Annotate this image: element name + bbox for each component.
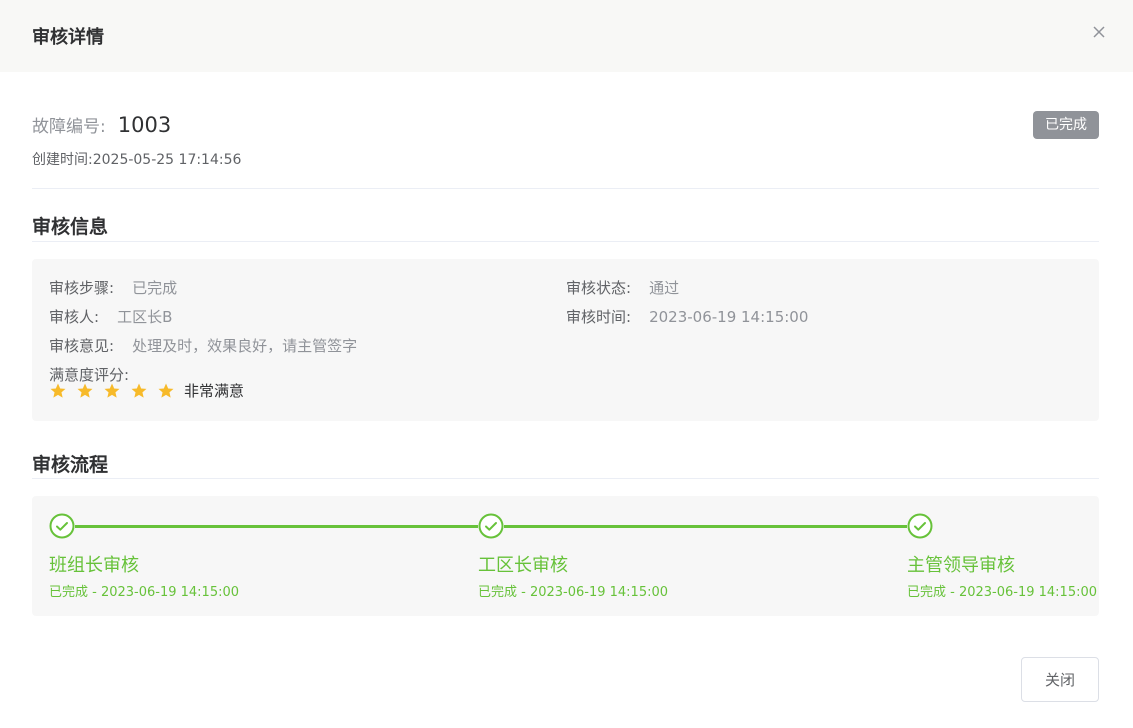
audit-opinion-label: 审核意见: bbox=[49, 337, 115, 355]
audit-time-value: 2023-06-19 14:15:00 bbox=[649, 308, 809, 326]
close-icon[interactable] bbox=[1089, 22, 1109, 42]
created-time-label: 创建时间: bbox=[32, 152, 93, 168]
check-circle-icon bbox=[478, 513, 504, 539]
star-icon bbox=[157, 382, 175, 400]
check-circle-icon bbox=[907, 513, 933, 539]
check-circle-icon bbox=[49, 513, 75, 539]
audit-time-label: 审核时间: bbox=[566, 308, 632, 326]
star-icon bbox=[76, 382, 94, 400]
created-time-value: 2025-05-25 17:14:56 bbox=[92, 152, 242, 168]
step-name: 班组长审核 bbox=[49, 555, 139, 576]
audit-step-value: 已完成 bbox=[132, 279, 178, 297]
fault-number-value: 1003 bbox=[117, 113, 172, 137]
close-button[interactable]: 关闭 bbox=[1021, 657, 1099, 702]
audit-detail-dialog: 审核详情 故障编号: 1003 创建时间:2025-05-25 17:14:56… bbox=[0, 0, 1133, 728]
header-divider bbox=[32, 188, 1099, 189]
audit-info-title: 审核信息 bbox=[32, 216, 109, 238]
star-icon bbox=[130, 382, 148, 400]
step-name: 主管领导审核 bbox=[907, 555, 1015, 576]
audit-time-field: 审核时间: 2023-06-19 14:15:00 bbox=[566, 306, 808, 327]
audit-status-value: 通过 bbox=[649, 279, 680, 297]
audit-info-panel: 审核步骤: 已完成 审核状态: 通过 审核人: 工区长B 审核时间: 2023-06-1… bbox=[32, 259, 1099, 421]
auditor-label: 审核人: bbox=[49, 308, 100, 326]
status-badge: 已完成 bbox=[1033, 111, 1099, 139]
flow-connector bbox=[75, 525, 478, 528]
step-description: 已完成 - 2023-06-19 14:15:00 bbox=[49, 585, 240, 600]
rating-stars: 非常满意 bbox=[49, 380, 244, 401]
audit-opinion-value: 处理及时，效果良好，请主管签字 bbox=[132, 337, 358, 355]
star-icon bbox=[103, 382, 121, 400]
step-description: 已完成 - 2023-06-19 14:15:00 bbox=[478, 585, 669, 600]
fault-number-label: 故障编号: bbox=[32, 117, 106, 137]
audit-status-field: 审核状态: 通过 bbox=[566, 277, 679, 298]
audit-flow-panel: 班组长审核 已完成 - 2023-06-19 14:15:00 工区长审核 已完… bbox=[32, 496, 1099, 616]
star-icon bbox=[49, 382, 67, 400]
rating-text: 非常满意 bbox=[184, 382, 245, 400]
audit-status-label: 审核状态: bbox=[566, 279, 632, 297]
audit-flow-title: 审核流程 bbox=[32, 454, 109, 476]
audit-opinion-field: 审核意见: 处理及时，效果良好，请主管签字 bbox=[49, 335, 357, 356]
dialog-title: 审核详情 bbox=[32, 27, 104, 48]
auditor-value: 工区长B bbox=[117, 308, 173, 326]
step-name: 工区长审核 bbox=[478, 555, 568, 576]
audit-step-field: 审核步骤: 已完成 bbox=[49, 277, 177, 298]
step-description: 已完成 - 2023-06-19 14:15:00 bbox=[907, 585, 1098, 600]
dialog-header: 审核详情 bbox=[0, 0, 1133, 72]
fault-number-row: 故障编号: 1003 bbox=[32, 112, 171, 137]
audit-info-divider bbox=[32, 241, 1099, 242]
flow-connector bbox=[504, 525, 907, 528]
created-time-row: 创建时间:2025-05-25 17:14:56 bbox=[32, 149, 241, 169]
audit-step-label: 审核步骤: bbox=[49, 279, 115, 297]
audit-flow-divider bbox=[32, 478, 1099, 479]
auditor-field: 审核人: 工区长B bbox=[49, 306, 172, 327]
